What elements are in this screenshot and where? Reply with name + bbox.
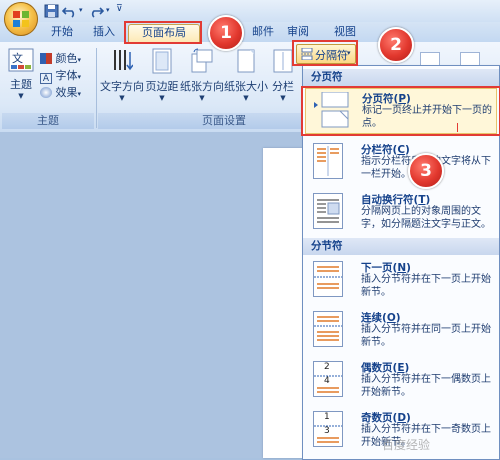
callout-badge-1: 1 (208, 15, 244, 51)
column-break-icon (313, 143, 343, 179)
margins-icon (151, 48, 173, 74)
text-wrapping-break-desc: 分隔网页上的对象周围的文字，如分隔题注文字与正文。 (361, 206, 491, 230)
orientation-dropdown-icon: ▼ (199, 94, 205, 102)
continuous-break-icon (313, 311, 343, 347)
columns-label: 分栏 (272, 80, 294, 93)
theme-effects-dropdown-icon: ▾ (77, 90, 82, 98)
themes-dropdown-icon: ▼ (18, 92, 24, 100)
highlight-box-page-layout (124, 21, 202, 44)
orientation-icon (191, 48, 213, 74)
next-page-desc: 插入分节符并在下一页上开始新节。 (361, 274, 491, 298)
office-logo-icon (13, 11, 29, 27)
odd-page-break-icon: 1 3 (313, 411, 343, 447)
svg-text:文: 文 (12, 51, 23, 65)
text-cursor (457, 123, 458, 132)
menu-item-next-page[interactable]: 下一页(N) 插入分节符并在下一页上开始新节。 (305, 258, 497, 302)
callout-badge-3: 3 (408, 153, 444, 189)
even-page-next-number: 4 (324, 376, 330, 386)
theme-colors-icon (40, 53, 52, 64)
callout-badge-2: 2 (378, 27, 414, 63)
highlight-box-breaks (292, 40, 358, 66)
text-direction-icon (111, 48, 134, 74)
theme-effects-label: 效果 (55, 86, 78, 99)
theme-colors-dropdown-icon: ▾ (77, 56, 82, 64)
theme-fonts-dropdown-icon: ▾ (77, 73, 82, 81)
page-size-icon (235, 48, 257, 74)
text-direction-dropdown-icon: ▼ (119, 94, 125, 102)
odd-page-number: 1 (324, 412, 330, 422)
menu-item-text-wrapping-break[interactable]: 自动换行符(T) 分隔网页上的对象周围的文字，如分隔题注文字与正文。 (305, 190, 497, 234)
page-size-dropdown-icon: ▼ (243, 94, 249, 102)
redo-icon[interactable] (88, 4, 105, 18)
tab-view[interactable]: 视图 (330, 24, 360, 40)
menu-item-continuous[interactable]: 连续(O) 插入分节符并在同一页上开始新节。 (305, 308, 497, 352)
even-page-number: 2 (324, 362, 330, 372)
page-size-button[interactable]: 纸张大小 ▼ (224, 48, 268, 110)
undo-icon[interactable] (61, 4, 78, 18)
theme-colors-label: 颜色 (55, 52, 78, 65)
theme-fonts-button[interactable]: A 字体▾ (40, 67, 92, 84)
highlight-box-page-break (301, 86, 500, 136)
orientation-button[interactable]: 纸张方向 ▼ (180, 48, 224, 110)
even-page-desc: 插入分节符并在下一偶数页上开始新节。 (361, 374, 491, 398)
tab-home[interactable]: 开始 (44, 24, 80, 40)
text-wrapping-break-icon (313, 193, 343, 229)
themes-button[interactable]: 文 主题 ▼ (6, 48, 36, 110)
theme-effects-icon (40, 87, 52, 98)
theme-group-label: 主题 (2, 113, 94, 129)
group-separator (96, 48, 97, 128)
even-page-break-icon: 2 4 (313, 361, 343, 397)
undo-dropdown-icon[interactable]: ▾ (79, 6, 83, 14)
margins-label: 页边距 (145, 80, 179, 93)
theme-effects-button[interactable]: 效果▾ (40, 84, 92, 99)
theme-fonts-icon: A (40, 73, 52, 84)
menu-section-section-breaks: 分节符 (303, 238, 499, 255)
watermark-text: 百度经验 (382, 438, 431, 452)
tab-mailings[interactable]: 邮件 (248, 24, 278, 40)
customize-quick-access-icon[interactable]: ⊽ (116, 4, 123, 14)
redo-dropdown-icon[interactable]: ▾ (106, 6, 110, 14)
save-icon[interactable] (44, 4, 60, 18)
menu-section-page-breaks: 分页符 (303, 69, 499, 86)
menu-item-even-page[interactable]: 2 4 偶数页(E) 插入分节符并在下一偶数页上开始新节。 (305, 358, 497, 402)
tab-review[interactable]: 审阅 (283, 24, 313, 40)
margins-dropdown-icon: ▼ (159, 94, 165, 102)
theme-colors-button[interactable]: 颜色▾ (40, 50, 92, 65)
margins-button[interactable]: 页边距 ▼ (145, 48, 179, 110)
continuous-desc: 插入分节符并在同一页上开始新节。 (361, 324, 491, 348)
themes-icon: 文 (8, 48, 34, 72)
page-size-label: 纸张大小 (224, 80, 268, 93)
breaks-dropdown-menu: 分页符 分页符(P) 标记一页终止并开始下一页的点。 分栏符(C) 指示分栏符后… (301, 65, 500, 460)
theme-fonts-label: 字体 (55, 69, 78, 82)
columns-icon (272, 48, 294, 74)
themes-label: 主题 (10, 78, 32, 91)
next-page-break-icon (313, 261, 343, 297)
text-direction-label: 文字方向 (100, 80, 144, 93)
menu-item-column-break[interactable]: 分栏符(C) 指示分栏符后面的文字将从下一栏开始。 (305, 140, 497, 184)
text-direction-button[interactable]: 文字方向 ▼ (100, 48, 144, 110)
orientation-label: 纸张方向 (180, 80, 224, 93)
tab-insert[interactable]: 插入 (86, 24, 122, 40)
columns-dropdown-icon: ▼ (280, 94, 286, 102)
odd-page-next-number: 3 (324, 426, 330, 436)
